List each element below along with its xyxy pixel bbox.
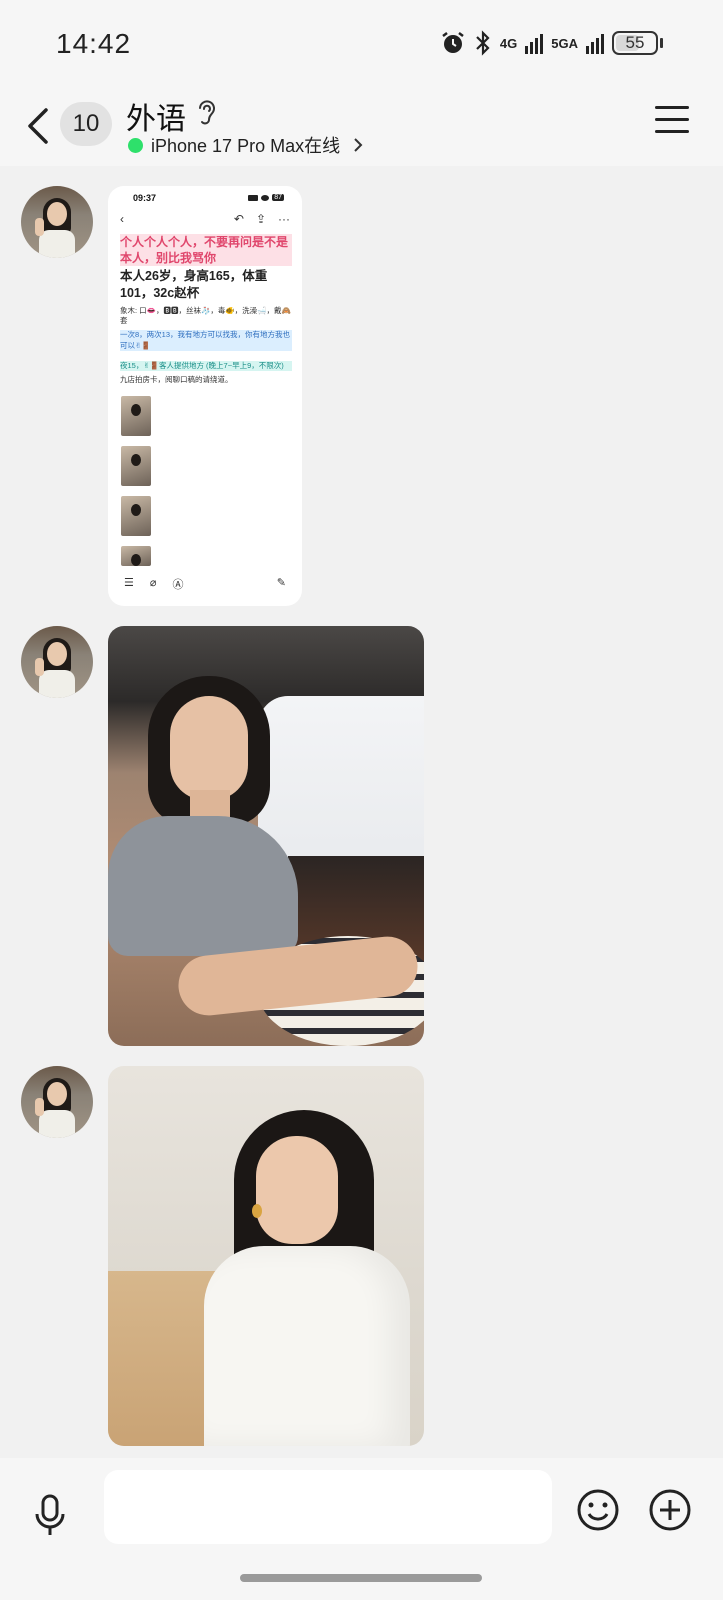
screenshot-pen-icon: Ⓐ	[172, 579, 184, 591]
chat-message-list[interactable]: 09:37 87 ‹ ↶ ⇪ ··· 个人个人个人，不要再问是不是本人，别比我骂…	[0, 166, 723, 1458]
screenshot-line-1: 个人个人个人，不要再问是不是本人，别比我骂你	[120, 234, 292, 267]
screenshot-status-bar: 09:37 87	[108, 186, 302, 208]
screenshot-time: 09:37	[133, 193, 157, 203]
screenshot-back-icon: ‹	[120, 212, 124, 226]
screenshot-battery: 87	[272, 194, 284, 201]
signal-icon	[525, 32, 544, 54]
thumbnail	[121, 446, 151, 486]
thumbnail	[121, 496, 151, 536]
screenshot-line-5: 夜15，✌🚪客人提供地方 (晚上7~早上9，不限次)	[120, 360, 292, 371]
ear-icon[interactable]	[194, 96, 218, 126]
alarm-icon	[442, 32, 464, 53]
screenshot-line-4: 一次8，两次13，我有地方可以找我，你有地方我也可以✌🚪	[120, 330, 292, 351]
status-time: 14:42	[56, 28, 132, 59]
thumbnail	[121, 396, 151, 436]
status-bar: 14:42 4G 5GA 55	[0, 0, 723, 88]
menu-icon[interactable]	[655, 106, 689, 134]
battery-icon: 55	[612, 31, 658, 55]
plus-icon[interactable]	[648, 1488, 692, 1532]
network-label-2: 5GA	[551, 35, 578, 51]
emoji-icon[interactable]	[576, 1488, 620, 1532]
chat-header: 10 外语 iPhone 17 Pro Max在线	[0, 88, 723, 166]
screenshot-status-icons: 87	[248, 194, 284, 201]
screenshot-checklist-icon: ☰	[124, 577, 134, 589]
back-icon[interactable]	[22, 102, 56, 150]
screenshot-attach-icon: ⌀	[149, 577, 157, 589]
avatar[interactable]	[21, 186, 93, 258]
screenshot-thumbnails	[121, 396, 151, 576]
input-bar	[0, 1458, 723, 1600]
screenshot-undo-icon: ↶	[233, 212, 244, 226]
avatar[interactable]	[21, 1066, 93, 1138]
status-icons: 4G 5GA 55	[440, 30, 663, 56]
screenshot-compose-icon: ✎	[276, 577, 286, 589]
screenshot-toolbar: ‹ ↶ ⇪ ···	[120, 212, 290, 232]
screenshot-line-2: 本人26岁，身高165，体重101，32c赵杯	[120, 269, 268, 301]
screenshot-more-icon: ···	[278, 212, 290, 226]
screenshot-line-6: 九店拍房卡，阅聊口稿的请绕道。	[120, 374, 233, 384]
unread-count-badge[interactable]: 10	[60, 102, 112, 146]
photo-image[interactable]	[108, 1066, 424, 1446]
online-status-text: iPhone 17 Pro Max在线	[151, 136, 341, 156]
battery-level: 55	[625, 33, 645, 52]
online-status-row[interactable]: iPhone 17 Pro Max在线	[128, 132, 364, 158]
battery-cap	[660, 38, 663, 48]
home-indicator[interactable]	[240, 1574, 482, 1582]
screenshot-bottom-toolbar: ☰ ⌀ Ⓐ ✎	[124, 576, 286, 592]
avatar[interactable]	[21, 626, 93, 698]
photo-image[interactable]	[108, 626, 424, 1046]
signal-icon-2	[586, 32, 604, 54]
online-dot	[128, 137, 143, 153]
microphone-icon[interactable]	[32, 1492, 68, 1540]
message-input[interactable]	[104, 1470, 552, 1544]
bluetooth-icon	[476, 30, 490, 56]
chevron-right-icon	[354, 138, 363, 152]
screenshot-image[interactable]: 09:37 87 ‹ ↶ ⇪ ··· 个人个人个人，不要再问是不是本人，别比我骂…	[108, 186, 302, 606]
screenshot-share-icon: ⇪	[255, 212, 266, 226]
screenshot-note-body: 个人个人个人，不要再问是不是本人，别比我骂你 本人26岁，身高165，体重101…	[120, 234, 292, 385]
network-label-1: 4G	[499, 35, 518, 51]
thumbnail	[121, 546, 151, 566]
screenshot-line-3: 象木: 口👄，🅱🅱，丝袜🧦，毒🐠，洗澡🛁，戴🙈套	[120, 306, 291, 326]
